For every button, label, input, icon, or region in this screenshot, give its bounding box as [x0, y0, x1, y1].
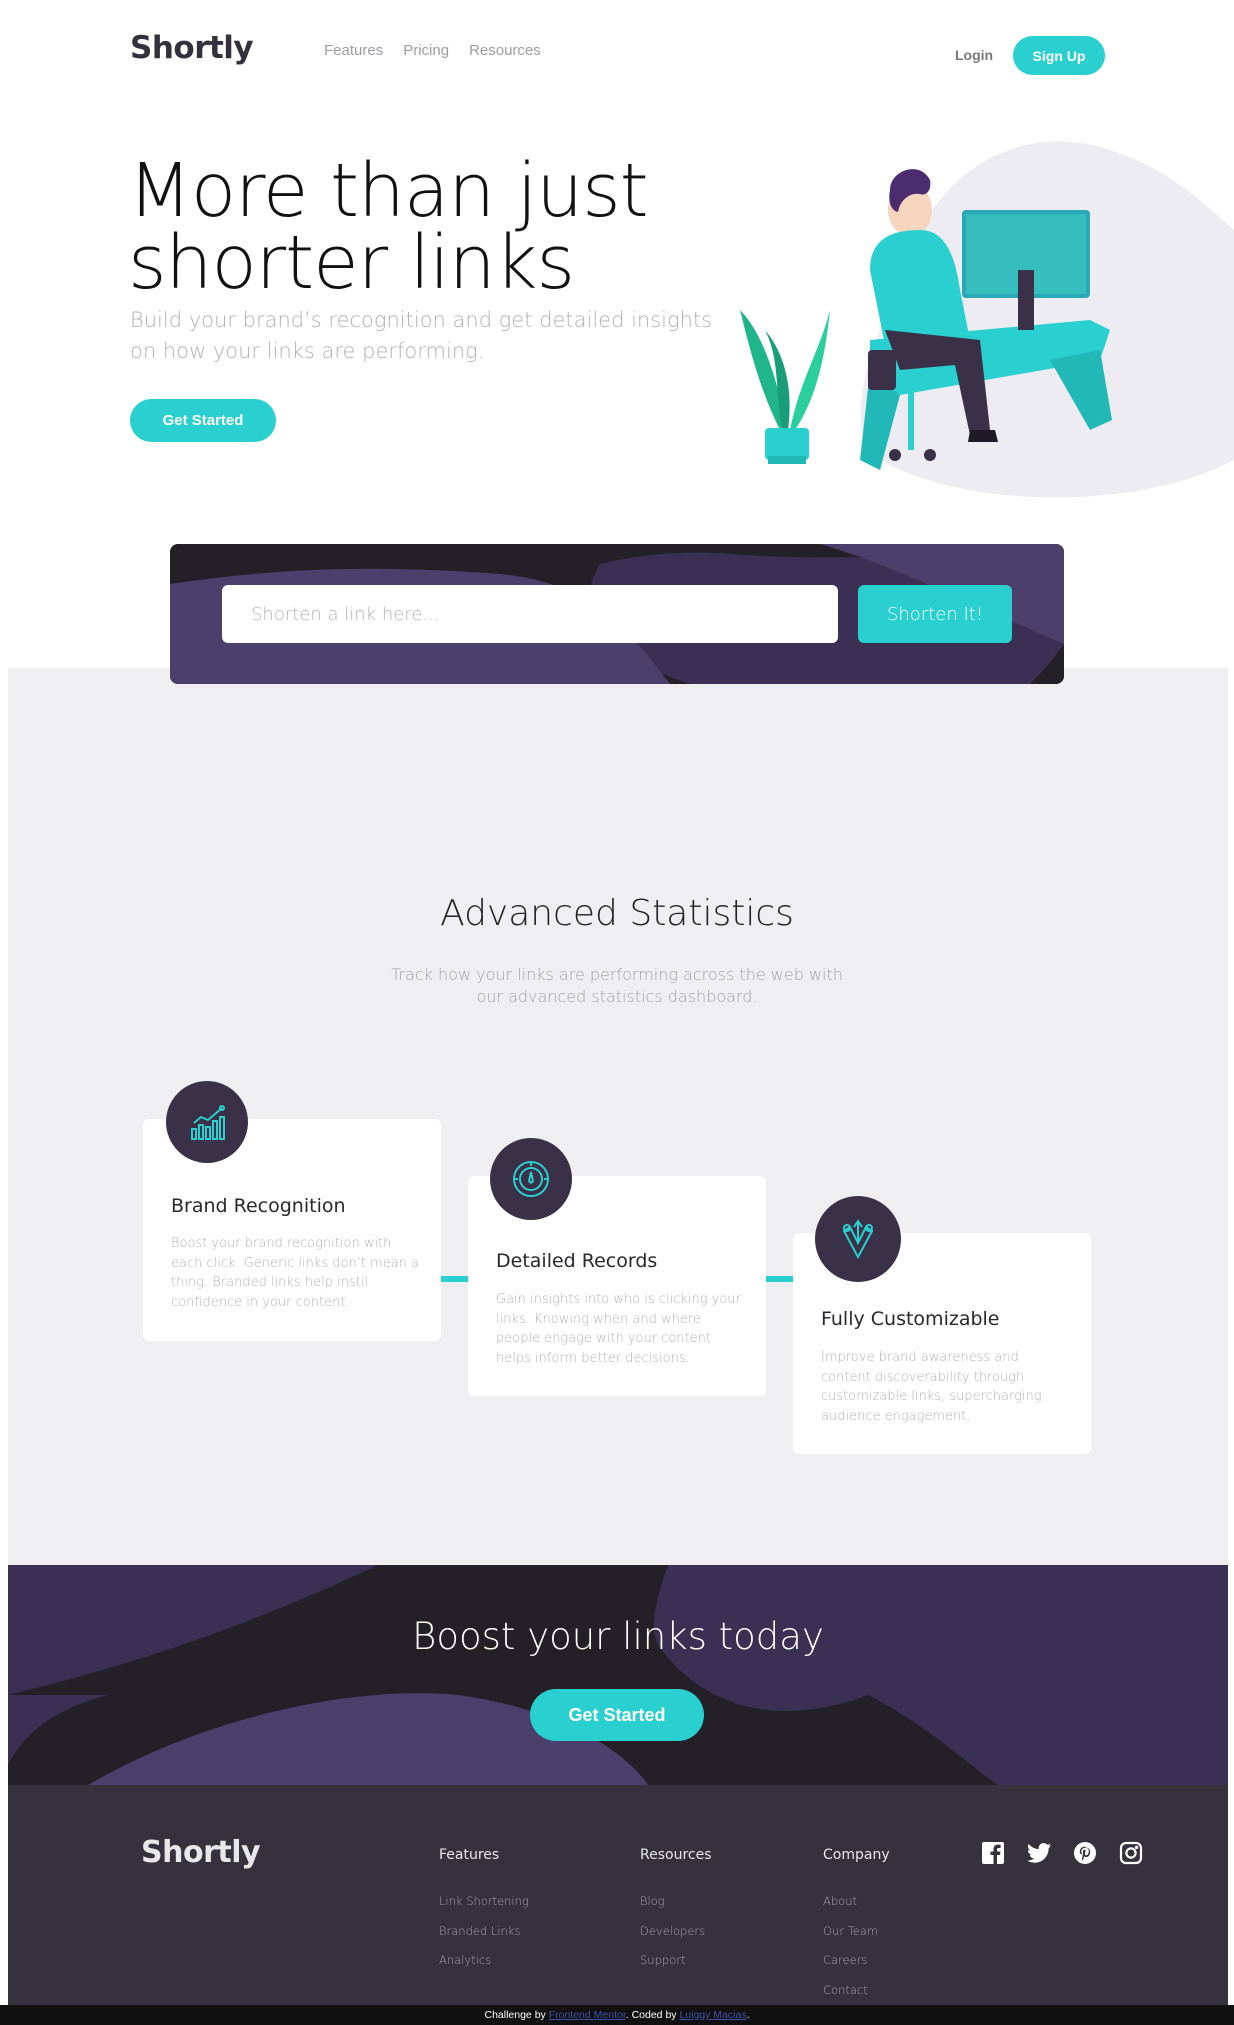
attribution-bar: Challenge by Frontend Mentor. Coded by L…: [0, 2005, 1234, 2025]
card-title: Fully Customizable: [821, 1308, 1000, 1330]
author-link[interactable]: Luiggy Macias: [679, 2009, 746, 2021]
logo[interactable]: Shortly: [130, 30, 254, 66]
footer-link[interactable]: Contact: [823, 1976, 890, 2006]
shorten-button[interactable]: Shorten It!: [858, 585, 1012, 643]
shorten-url-input[interactable]: [222, 585, 838, 643]
facebook-icon[interactable]: [980, 1840, 1006, 1866]
main-nav: Features Pricing Resources: [324, 42, 541, 59]
footer-heading: Features: [439, 1847, 500, 1863]
footer-link[interactable]: Our Team: [823, 1917, 890, 1947]
footer-column-company: Company About Our Team Careers Contact: [823, 1847, 890, 2005]
footer-link[interactable]: Blog: [640, 1887, 712, 1917]
pinterest-icon[interactable]: [1072, 1840, 1098, 1866]
footer-logo[interactable]: Shortly: [141, 1835, 261, 1870]
card-title: Brand Recognition: [171, 1195, 346, 1217]
twitter-icon[interactable]: [1026, 1840, 1052, 1866]
footer-link[interactable]: About: [823, 1887, 890, 1917]
card-text: Gain insights into who is clicking your …: [496, 1292, 741, 1366]
footer-heading: Company: [823, 1847, 890, 1863]
footer-link[interactable]: Branded Links: [439, 1917, 529, 1947]
working-illustration: [740, 141, 1234, 498]
boost-section: Boost your links today Get Started: [8, 1565, 1228, 1785]
footer-link[interactable]: Link Shortening: [439, 1887, 529, 1917]
feature-card-detailed-records: Detailed Records Gain insights into who …: [468, 1138, 766, 1396]
nav-features[interactable]: Features: [324, 42, 383, 59]
feature-card-brand-recognition: Brand Recognition Boost your brand recog…: [143, 1081, 441, 1341]
attribution-suffix: .: [746, 2009, 750, 2021]
footer-link[interactable]: Support: [640, 1946, 712, 1976]
footer-column-resources: Resources Blog Developers Support: [640, 1847, 712, 1976]
footer-column-features: Features Link Shortening Branded Links A…: [439, 1847, 529, 1976]
site-header: Shortly Features Pricing Resources Login…: [0, 0, 1234, 110]
card-title: Detailed Records: [496, 1250, 658, 1272]
stats-subtitle: Track how your links are performing acro…: [391, 965, 843, 1006]
feature-card-fully-customizable: Fully Customizable Improve brand awarene…: [793, 1196, 1091, 1454]
nav-resources[interactable]: Resources: [469, 42, 541, 59]
signup-button[interactable]: Sign Up: [1013, 36, 1105, 75]
card-connector: [765, 1276, 795, 1282]
attribution-prefix: Challenge by: [484, 2009, 549, 2021]
frontend-mentor-link[interactable]: Frontend Mentor: [549, 2009, 626, 2021]
pens-icon: [815, 1196, 901, 1282]
card-text: Boost your brand recognition with each c…: [171, 1236, 420, 1310]
gauge-icon: [490, 1138, 572, 1220]
shorten-panel: Shorten It!: [170, 544, 1064, 684]
footer-heading: Resources: [640, 1847, 712, 1863]
social-links: [980, 1840, 1144, 1866]
stats-title: Advanced Statistics: [440, 893, 794, 934]
attribution-middle: . Coded by: [625, 2009, 680, 2021]
instagram-icon[interactable]: [1118, 1840, 1144, 1866]
footer-link[interactable]: Developers: [640, 1917, 712, 1947]
footer-link[interactable]: Analytics: [439, 1946, 529, 1976]
boost-get-started-button[interactable]: Get Started: [530, 1689, 704, 1741]
chart-icon: [166, 1081, 248, 1163]
hero-title: More than just shorter links: [128, 154, 748, 300]
hero-subtitle: Build your brand’s recognition and get d…: [130, 308, 713, 363]
card-text: Improve brand awareness and content disc…: [821, 1350, 1042, 1424]
card-connector: [440, 1276, 470, 1282]
hero-get-started-button[interactable]: Get Started: [130, 399, 276, 442]
hero-title-line2: shorter links: [128, 220, 575, 306]
login-link[interactable]: Login: [955, 47, 993, 63]
site-footer: Shortly Features Link Shortening Branded…: [8, 1785, 1228, 2005]
nav-pricing[interactable]: Pricing: [403, 42, 449, 59]
footer-link[interactable]: Careers: [823, 1946, 890, 1976]
boost-bg-waves: [8, 1565, 998, 1785]
boost-title: Boost your links today: [412, 1615, 824, 1658]
